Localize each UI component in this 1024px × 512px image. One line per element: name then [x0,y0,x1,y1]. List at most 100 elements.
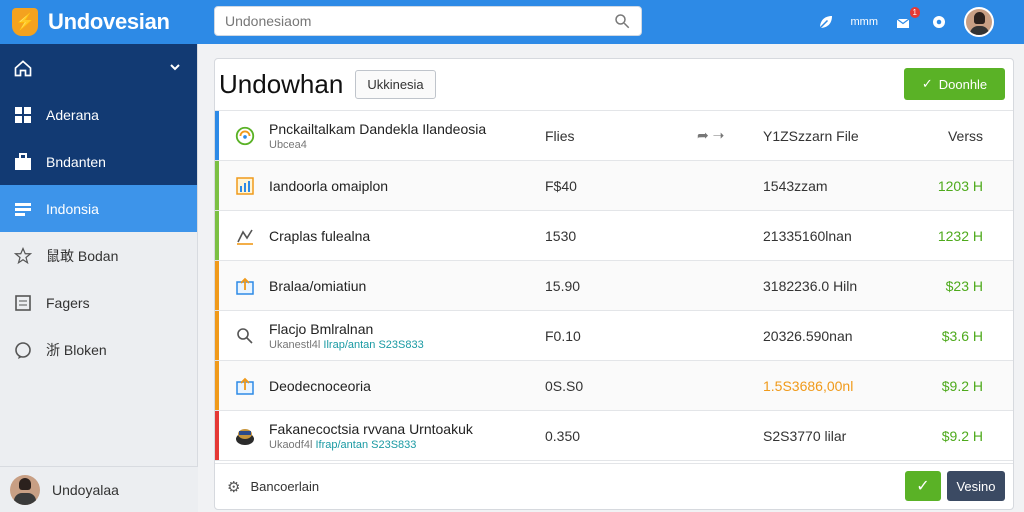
sidebar-user[interactable]: Undoyalaa [0,466,198,512]
row-version: $23 H [945,277,983,294]
gear-icon[interactable]: ⚙ [227,478,240,496]
upload-icon [233,274,257,298]
brand[interactable]: ⚡ Undovesian [0,8,198,36]
avatar [10,474,40,505]
chart-line-icon [233,224,257,248]
table-row[interactable]: Bralaa/omiatiun 15.90 3182236.0 Hiln $23… [215,261,1013,311]
row-sub-prefix: Ukanestl4l [269,338,321,351]
version-button[interactable]: Vesino [947,471,1005,501]
row-accent [215,261,219,310]
top-bar: ⚡ Undovesian mmm 1 [0,0,1024,44]
row-name: Bralaa/omiatiun [269,277,367,294]
row-files: 15.90 [545,277,581,294]
header-actions: mmm 1 [815,0,994,44]
panel-footer: ⚙ Bancoerlain ✓ Vesino [215,463,1013,509]
star-icon [12,245,34,267]
sidebar-item-label: Indonsia [46,200,99,217]
row-name-cell: Deodecnoceoria [269,361,371,410]
sidebar-nav: Aderana Bndanten [0,44,197,185]
row-sub: Ubcea4 [269,138,307,151]
panel-header: Undowhan Ukkinesia ✓ Doonhle [215,59,1013,111]
chat-icon [12,339,34,361]
sidebar-item-label: Bndanten [46,153,106,170]
sidebar-item-label: Fagers [46,294,90,311]
row-files: 0.350 [545,427,581,444]
search-icon [233,324,257,348]
table-row[interactable]: Flacjo Bmlralnan Ukanestl4l Ilrap/antan … [215,311,1013,361]
row-name: Pnckailtalkam Dandekla Ilandeosia [269,120,487,137]
row-accent [215,311,219,360]
sidebar-item-indonsia[interactable]: Indonsia [0,185,197,232]
share-arrows-icon[interactable]: ➦ ➝ [697,127,724,144]
header-link[interactable]: mmm [851,16,879,28]
row-version: $9.2 H [941,427,983,444]
table-row[interactable]: Iandoorla omaiplon F$40 1543zzam 1203 H [215,161,1013,211]
row-version: 1232 H [937,227,983,244]
table-row[interactable]: Craplas fulealna 1530 21335160lnan 1232 … [215,211,1013,261]
list-icon [12,198,34,220]
page-title: Undowhan [219,69,344,99]
sidebar-item-bodan[interactable]: 鼠敢 Bodan [0,232,197,279]
sidebar-item-bndanten[interactable]: Bndanten [0,138,197,185]
user-avatar[interactable] [964,7,994,37]
check-icon: ✓ [921,76,933,91]
search-box [214,6,642,36]
row-name-cell: Craplas fulealna [269,211,370,260]
row-files: 1530 [545,227,577,244]
sidebar-item-home[interactable] [0,44,197,91]
column-header-file: Y1ZSzzarn File [763,127,859,144]
row-version: 1203 H [937,177,983,194]
row-file: 21335160lnan [763,227,852,244]
footer-label: Bancoerlain [250,479,320,494]
notification-badge: 1 [909,7,920,18]
row-files: F$40 [545,177,577,194]
files-table: Pnckailtalkam Dandekla Ilandeosia Ubcea4… [215,111,1013,461]
row-file: 1.5S3686,00nl [763,377,854,394]
notification-icon[interactable]: 1 [892,7,920,33]
table-row[interactable]: Deodecnoceoria 0S.S0 1.5S3686,00nl $9.2 … [215,361,1013,411]
row-accent [215,211,219,260]
download-button[interactable]: ✓ Doonhle [904,68,1005,100]
row-file: 20326.590nan [763,327,853,344]
row-sub-highlight: Ifrap/antan S23S833 [315,438,417,451]
check-icon: ✓ [916,478,930,495]
column-header-version: Verss [947,127,983,144]
row-name: Craplas fulealna [269,227,371,244]
row-files: F0.10 [545,327,581,344]
row-sub: Ukanestl4l Ilrap/antan S23S833 [269,339,424,351]
sidebar-item-aderana[interactable]: Aderana [0,91,197,138]
row-sub-prefix: Ukaodf4l [269,438,313,451]
row-file: 3182236.0 Hiln [763,277,858,294]
settings-icon[interactable] [928,11,950,33]
row-name: Iandoorla omaiplon [269,177,389,194]
search-icon[interactable] [613,12,631,30]
row-sub-highlight: Ilrap/antan S23S833 [323,338,424,351]
chevron-down-icon[interactable] [169,60,181,76]
row-version: $9.2 H [941,377,983,394]
sidebar-item-label: 鼠敢 Bodan [46,247,119,264]
globe-icon [233,124,257,148]
archive-icon [233,424,257,448]
row-sub: Ukaodf4l Ifrap/antan S23S833 [269,439,473,451]
confirm-button[interactable]: ✓ [905,471,941,501]
sidebar-user-name: Undoyalaa [52,481,119,498]
row-name-cell: Iandoorla omaiplon [269,161,388,210]
leaf-icon[interactable] [815,11,837,33]
filter-chip[interactable]: Ukkinesia [355,70,436,99]
row-version: $3.6 H [941,327,983,344]
row-name-cell: Pnckailtalkam Dandekla Ilandeosia Ubcea4 [269,111,486,160]
table-row[interactable]: Fakanecoctsia rvvana Urntoakuk Ukaodf4l … [215,411,1013,461]
sidebar-item-bloken[interactable]: 浙 Bloken [0,326,197,373]
app-title: Undovesian [48,9,170,34]
row-name-cell: Fakanecoctsia rvvana Urntoakuk Ukaodf4l … [269,411,473,460]
download-button-label: Doonhle [938,76,988,92]
table-row[interactable]: Pnckailtalkam Dandekla Ilandeosia Ubcea4… [215,111,1013,161]
row-name: Fakanecoctsia rvvana Urntoakuk [269,420,473,437]
chart-icon [233,174,257,198]
search-input[interactable] [225,13,613,29]
row-name: Flacjo Bmlralnan [269,320,374,337]
sidebar-item-fagers[interactable]: Fagers [0,279,197,326]
brand-logo-icon: ⚡ [12,8,38,36]
row-accent [215,111,219,160]
briefcase-icon [12,151,34,173]
